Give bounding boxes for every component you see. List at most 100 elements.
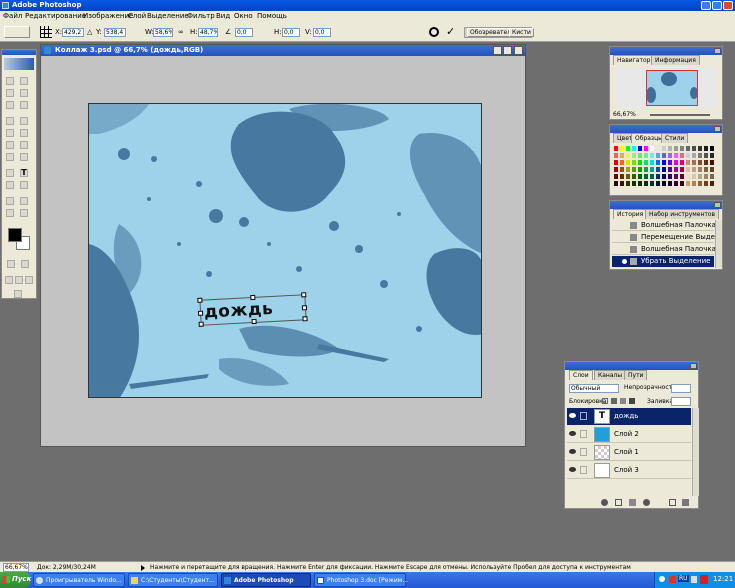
history-close-button[interactable] — [714, 202, 721, 208]
clone-stamp-tool-icon[interactable] — [6, 129, 14, 137]
angle-field[interactable]: 0,0 — [235, 28, 253, 37]
eye-icon[interactable] — [569, 449, 576, 454]
document-close-button[interactable] — [514, 46, 523, 55]
gradient-tool-icon[interactable] — [20, 141, 28, 149]
tab-history[interactable]: История — [613, 209, 648, 219]
eraser-tool-icon[interactable] — [6, 141, 14, 149]
layers-scrollbar[interactable] — [692, 408, 699, 496]
swatch[interactable] — [709, 180, 715, 187]
move-tool-icon[interactable] — [20, 77, 28, 85]
navigator-zoom-slider[interactable] — [650, 114, 710, 116]
foreground-color-swatch[interactable] — [8, 228, 22, 242]
tab-brushes[interactable]: Кисти — [509, 28, 534, 37]
layer-style-button[interactable] — [601, 499, 608, 506]
taskbar-item[interactable]: C:\Студенты\Студент... — [128, 573, 218, 587]
w-field[interactable]: 58,6% — [153, 28, 173, 37]
taskbar-item[interactable]: Проигрыватель Windo... — [33, 573, 125, 587]
cancel-transform-icon[interactable] — [429, 27, 439, 37]
history-item[interactable]: Перемещение Выде... — [612, 232, 722, 243]
transform-handle-tl[interactable] — [197, 297, 203, 303]
menu-layer[interactable]: Слой — [128, 12, 146, 21]
navigator-close-button[interactable] — [714, 48, 721, 54]
keyboard-layout-icon[interactable] — [700, 575, 708, 584]
menu-help[interactable]: Помощь — [257, 12, 287, 21]
eye-icon[interactable] — [569, 431, 576, 436]
marquee-tool-icon[interactable] — [6, 77, 14, 85]
history-scrollbar[interactable] — [715, 220, 722, 268]
lasso-tool-icon[interactable] — [6, 89, 14, 97]
link-slot[interactable] — [580, 430, 587, 438]
new-layer-button[interactable] — [669, 499, 676, 506]
screen-mode-full-icon[interactable] — [25, 276, 33, 284]
brush-link-icon[interactable] — [580, 412, 587, 420]
blur-tool-icon[interactable] — [6, 153, 14, 161]
tool-preset-button[interactable] — [4, 26, 30, 38]
image-canvas[interactable]: дождь — [88, 103, 482, 398]
menu-filter[interactable]: Фильтр — [187, 12, 215, 21]
healing-brush-tool-icon[interactable] — [6, 117, 14, 125]
tray-app-icon[interactable] — [669, 576, 676, 583]
history-item[interactable]: Волшебная Палочка — [612, 220, 716, 231]
maximize-button[interactable] — [712, 1, 722, 10]
reference-point-icon[interactable] — [40, 26, 52, 38]
close-button[interactable] — [723, 1, 733, 10]
status-zoom-field[interactable]: 66,67% — [3, 563, 29, 572]
tab-paths[interactable]: Пути — [624, 370, 648, 380]
pen-tool-icon[interactable] — [6, 181, 14, 189]
brush-tool-icon[interactable] — [20, 117, 28, 125]
transform-bounding-box[interactable]: дождь — [197, 292, 308, 327]
language-indicator[interactable]: RU — [678, 575, 689, 582]
swatch[interactable] — [709, 166, 715, 173]
y-field[interactable]: 538,4 — [104, 28, 126, 37]
screen-mode-full-menu-icon[interactable] — [15, 276, 23, 284]
screen-mode-standard-icon[interactable] — [5, 276, 13, 284]
document-minimize-button[interactable] — [493, 46, 502, 55]
hand-tool-icon[interactable] — [6, 209, 14, 217]
taskbar-item[interactable]: Photoshop 3.doc [Режим... — [314, 573, 408, 587]
history-brush-tool-icon[interactable] — [20, 129, 28, 137]
lock-all-icon[interactable] — [629, 398, 635, 404]
history-item-selected[interactable]: Убрать Выделение — [612, 256, 714, 267]
standard-mode-icon[interactable] — [7, 260, 15, 268]
jump-to-imageready-icon[interactable] — [14, 290, 22, 298]
layer-row-selected[interactable]: T дождь — [567, 408, 691, 425]
layers-close-button[interactable] — [690, 363, 697, 369]
link-slot[interactable] — [580, 466, 587, 474]
transform-handle-mr[interactable] — [301, 305, 308, 311]
swatch[interactable] — [709, 145, 715, 152]
tab-channels[interactable]: Каналы — [594, 370, 627, 380]
link-icon[interactable]: ∞ — [178, 28, 184, 36]
tab-actions[interactable]: Набор инструментов — [645, 209, 720, 219]
menu-view[interactable]: Вид — [216, 12, 230, 21]
layer-row[interactable]: Слой 1 — [567, 444, 691, 461]
adjustment-layer-button[interactable] — [643, 499, 650, 506]
zoom-tool-icon[interactable] — [20, 209, 28, 217]
navigator-zoom[interactable]: 66,67% — [613, 111, 636, 118]
status-arrow-icon[interactable] — [141, 565, 145, 571]
lock-position-icon[interactable] — [620, 398, 626, 404]
new-set-button[interactable] — [629, 499, 636, 506]
layer-mask-button[interactable] — [615, 499, 622, 506]
fill-field[interactable] — [671, 397, 691, 406]
menu-file[interactable]: Файл — [3, 12, 22, 21]
menu-edit[interactable]: Редактирование — [25, 12, 86, 21]
menu-window[interactable]: Окно — [234, 12, 253, 21]
lock-pixels-icon[interactable] — [611, 398, 617, 404]
tab-info[interactable]: Информация — [651, 55, 700, 65]
swatch[interactable] — [709, 159, 715, 166]
type-tool-icon[interactable]: T — [20, 169, 28, 177]
tray-arrow-icon[interactable] — [659, 576, 665, 582]
eye-icon[interactable] — [569, 413, 576, 418]
h-field[interactable]: 48,7% — [198, 28, 218, 37]
tab-layers[interactable]: Слои — [569, 370, 593, 380]
dodge-tool-icon[interactable] — [20, 153, 28, 161]
document-maximize-button[interactable] — [503, 46, 512, 55]
magic-wand-tool-icon[interactable] — [20, 89, 28, 97]
layer-row[interactable]: Слой 2 — [567, 426, 691, 443]
path-selection-tool-icon[interactable] — [6, 169, 14, 177]
eye-icon[interactable] — [569, 467, 576, 472]
eyedropper-tool-icon[interactable] — [20, 197, 28, 205]
blend-mode-select[interactable]: Обычный — [569, 384, 619, 393]
volume-icon[interactable] — [691, 576, 697, 583]
swatch[interactable] — [709, 152, 715, 159]
